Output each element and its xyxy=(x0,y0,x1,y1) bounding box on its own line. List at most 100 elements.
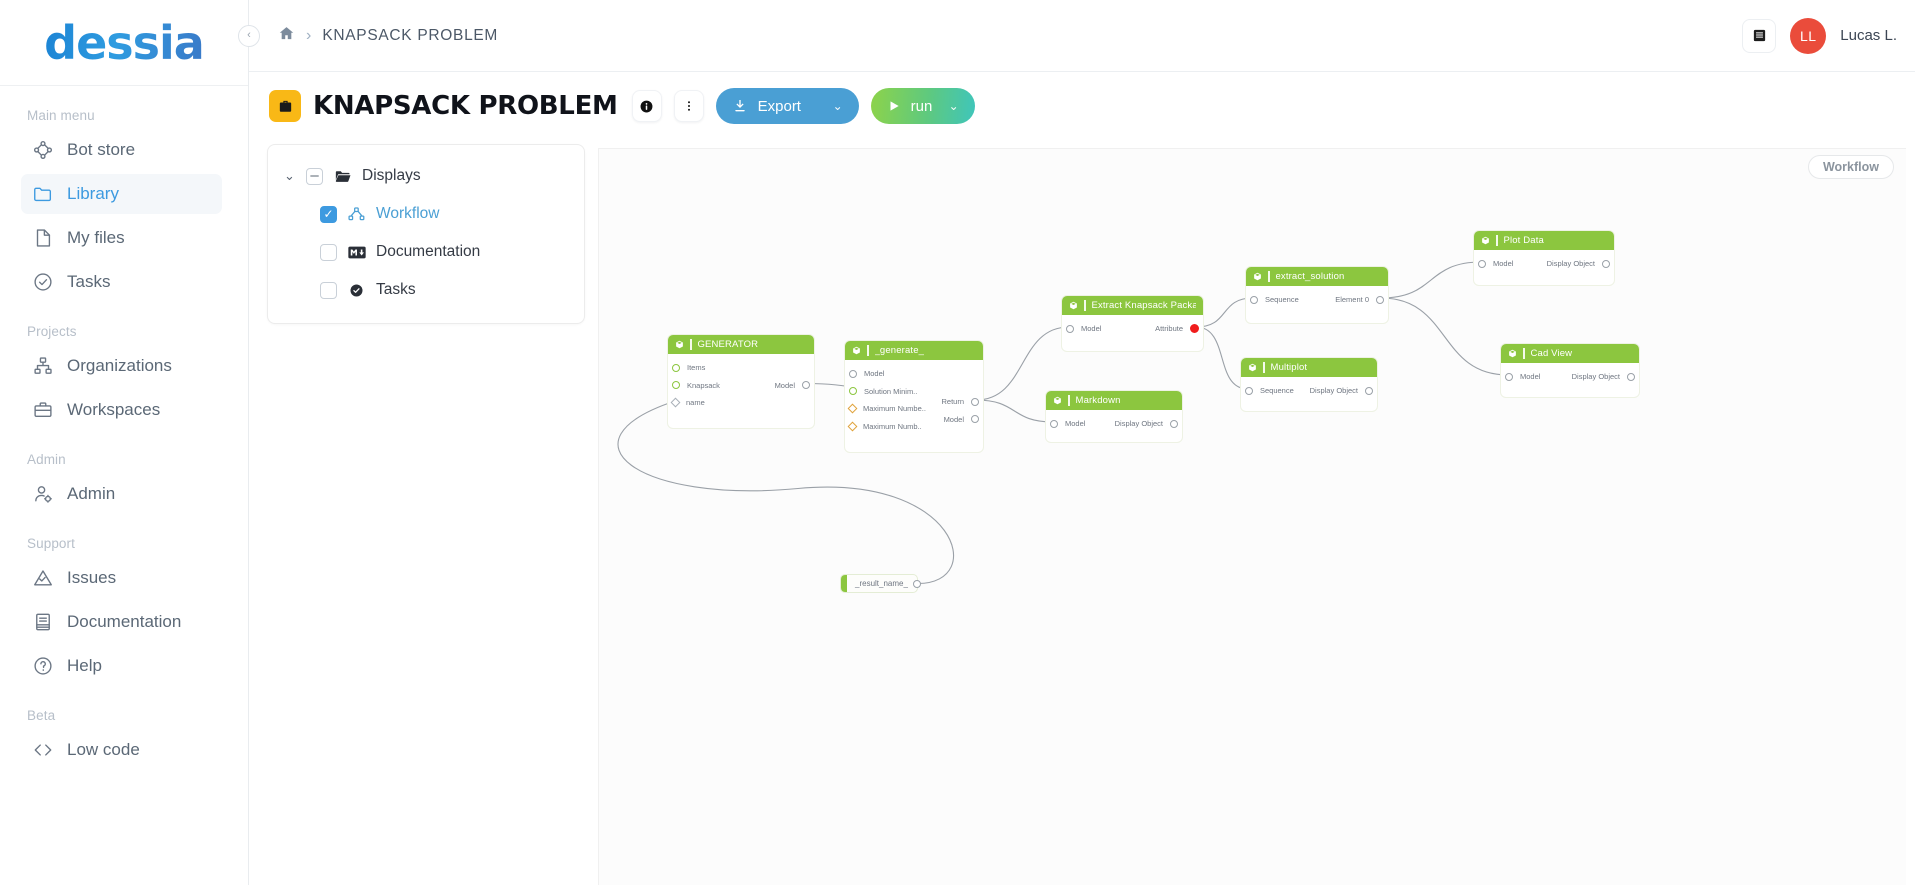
avatar[interactable]: LL xyxy=(1790,17,1827,54)
variable-output-port[interactable] xyxy=(913,579,921,588)
input-port-model[interactable]: Model xyxy=(1505,372,1540,381)
port-diamond-icon[interactable] xyxy=(670,397,681,408)
workflow-info-button[interactable] xyxy=(631,90,662,122)
workflow-node-markdown[interactable]: Markdown Model Display Object xyxy=(1045,390,1183,443)
input-port-name[interactable]: name xyxy=(670,397,705,408)
port-dot-icon[interactable] xyxy=(672,381,680,389)
tree-row-tasks[interactable]: Tasks xyxy=(268,271,584,309)
output-port-attribute[interactable]: Attribute xyxy=(1155,324,1199,333)
output-port-display-object[interactable]: Display Object xyxy=(1310,386,1373,395)
tree-row-documentation[interactable]: Documentation xyxy=(268,233,584,271)
port-dot-icon[interactable] xyxy=(971,397,979,406)
workflow-edge[interactable] xyxy=(975,399,1054,426)
input-port-model[interactable]: Model xyxy=(849,369,884,378)
port-dot-selected-icon[interactable] xyxy=(1190,324,1199,333)
input-port-model[interactable]: Model xyxy=(1066,324,1101,333)
chevron-down-icon[interactable]: ⌄ xyxy=(284,168,296,184)
port-dot-icon[interactable] xyxy=(1066,324,1074,333)
home-icon[interactable] xyxy=(278,25,295,47)
sidebar-item-admin[interactable]: Admin xyxy=(21,474,222,514)
port-dot-icon[interactable] xyxy=(849,387,857,395)
input-port-knapsack[interactable]: Knapsack xyxy=(672,381,720,390)
sidebar-item-help[interactable]: Help xyxy=(21,646,222,686)
output-port-model[interactable]: Model xyxy=(775,381,810,390)
canvas-tab-workflow[interactable]: Workflow xyxy=(1807,155,1894,179)
displays-checkbox[interactable]: – xyxy=(306,167,323,185)
sidebar-collapse-button[interactable]: ‹ xyxy=(238,24,260,47)
input-port-solution-minim-[interactable]: Solution Minim.. xyxy=(849,387,917,396)
run-chevron-down-icon[interactable]: ⌄ xyxy=(949,99,959,113)
node-header[interactable]: _generate_ xyxy=(845,341,983,360)
port-dot-icon[interactable] xyxy=(1250,295,1258,304)
sidebar-item-documentation[interactable]: Documentation xyxy=(21,602,222,642)
output-port-model[interactable]: Model xyxy=(944,415,979,424)
sidebar-item-workspaces[interactable]: Workspaces xyxy=(21,390,222,430)
port-dot-icon[interactable] xyxy=(1365,386,1373,395)
brand-logo[interactable]: dessia xyxy=(0,0,248,86)
sidebar-item-tasks[interactable]: Tasks xyxy=(21,262,222,302)
node-header[interactable]: Markdown xyxy=(1046,391,1182,410)
sidebar-item-organizations[interactable]: Organizations xyxy=(21,346,222,386)
workflow-node-cad_view[interactable]: Cad View Model Display Object xyxy=(1500,343,1640,398)
port-dot-icon[interactable] xyxy=(971,415,979,423)
workflow-node-multiplot[interactable]: Multiplot Sequence Display Object xyxy=(1240,357,1378,412)
output-port-display-object[interactable]: Display Object xyxy=(1115,419,1178,428)
output-port-element-0[interactable]: Element 0 xyxy=(1335,295,1384,304)
port-dot-icon[interactable] xyxy=(1505,372,1513,381)
sidebar-item-low-code[interactable]: Low code xyxy=(21,730,222,770)
run-button[interactable]: run ⌄ xyxy=(870,88,975,124)
input-port-items[interactable]: Items xyxy=(672,363,705,372)
workflow-node-extract_solution[interactable]: extract_solution Sequence Element 0 xyxy=(1245,266,1389,324)
node-header[interactable]: Cad View xyxy=(1501,344,1639,363)
input-port-maximum-numb-[interactable]: Maximum Numb.. xyxy=(847,421,922,431)
checkbox-documentation[interactable] xyxy=(320,243,337,261)
port-dot-icon[interactable] xyxy=(1627,372,1635,381)
node-header[interactable]: Extract Knapsack Packages xyxy=(1062,296,1203,315)
sidebar-item-bot-store[interactable]: Bot store xyxy=(21,130,222,170)
workflow-canvas[interactable]: Workflow GENERATOR Items Knapsack name Model… xyxy=(598,148,1906,885)
checkbox-tasks[interactable] xyxy=(320,281,337,299)
workflow-node-generate[interactable]: _generate_ Model Solution Minim.. Maximum N… xyxy=(844,340,984,453)
sidebar-item-library[interactable]: Library xyxy=(21,174,222,214)
workflow-variable-node-result_name[interactable]: _result_name_ xyxy=(840,574,921,593)
breadcrumb-current-page[interactable]: KNAPSACK PROBLEM xyxy=(322,27,498,45)
node-header[interactable]: Plot Data xyxy=(1474,231,1614,250)
export-chevron-down-icon[interactable]: ⌄ xyxy=(833,99,843,113)
node-header[interactable]: Multiplot xyxy=(1241,358,1377,377)
workflow-node-extract_packages[interactable]: Extract Knapsack Packages Model Attribute xyxy=(1061,295,1204,352)
sidebar-item-issues[interactable]: Issues xyxy=(21,558,222,598)
port-dot-icon[interactable] xyxy=(672,363,680,372)
port-diamond-icon[interactable] xyxy=(847,403,858,414)
output-port-display-object[interactable]: Display Object xyxy=(1572,372,1635,381)
port-dot-icon[interactable] xyxy=(1050,419,1058,428)
port-dot-icon[interactable] xyxy=(1602,259,1610,268)
tree-row-workflow[interactable]: Workflow xyxy=(268,195,584,233)
workflow-node-plot_data[interactable]: Plot Data Model Display Object xyxy=(1473,230,1615,286)
workflow-edge[interactable] xyxy=(1380,258,1482,299)
export-button[interactable]: Export ⌄ xyxy=(715,88,859,124)
sidebar-item-my-files[interactable]: My files xyxy=(21,218,222,258)
input-port-model[interactable]: Model xyxy=(1478,259,1513,268)
port-dot-icon[interactable] xyxy=(1170,419,1178,428)
input-port-maximum-numbe-[interactable]: Maximum Numbe.. xyxy=(847,403,926,414)
workflow-edge[interactable] xyxy=(1380,297,1509,379)
port-diamond-icon[interactable] xyxy=(847,421,858,431)
workflow-more-menu-button[interactable] xyxy=(673,90,704,122)
output-port-display-object[interactable]: Display Object xyxy=(1547,259,1610,268)
input-port-sequence[interactable]: Sequence xyxy=(1245,386,1294,395)
port-dot-icon[interactable] xyxy=(1376,295,1384,304)
workflow-node-generator[interactable]: GENERATOR Items Knapsack name Model xyxy=(667,334,815,429)
port-dot-icon[interactable] xyxy=(1245,386,1253,395)
output-port-return[interactable]: Return xyxy=(941,397,979,406)
port-dot-icon[interactable] xyxy=(849,369,857,378)
input-port-sequence[interactable]: Sequence xyxy=(1250,295,1299,304)
user-name-label[interactable]: Lucas L. xyxy=(1840,27,1897,44)
node-header[interactable]: GENERATOR xyxy=(668,335,814,354)
tree-row-displays[interactable]: ⌄ – Displays xyxy=(268,157,584,195)
port-dot-icon[interactable] xyxy=(1478,259,1486,268)
documentation-book-button[interactable] xyxy=(1742,18,1777,53)
port-dot-icon[interactable] xyxy=(802,381,810,389)
node-header[interactable]: extract_solution xyxy=(1246,267,1388,286)
checkbox-workflow[interactable] xyxy=(320,205,337,223)
input-port-model[interactable]: Model xyxy=(1050,419,1085,428)
